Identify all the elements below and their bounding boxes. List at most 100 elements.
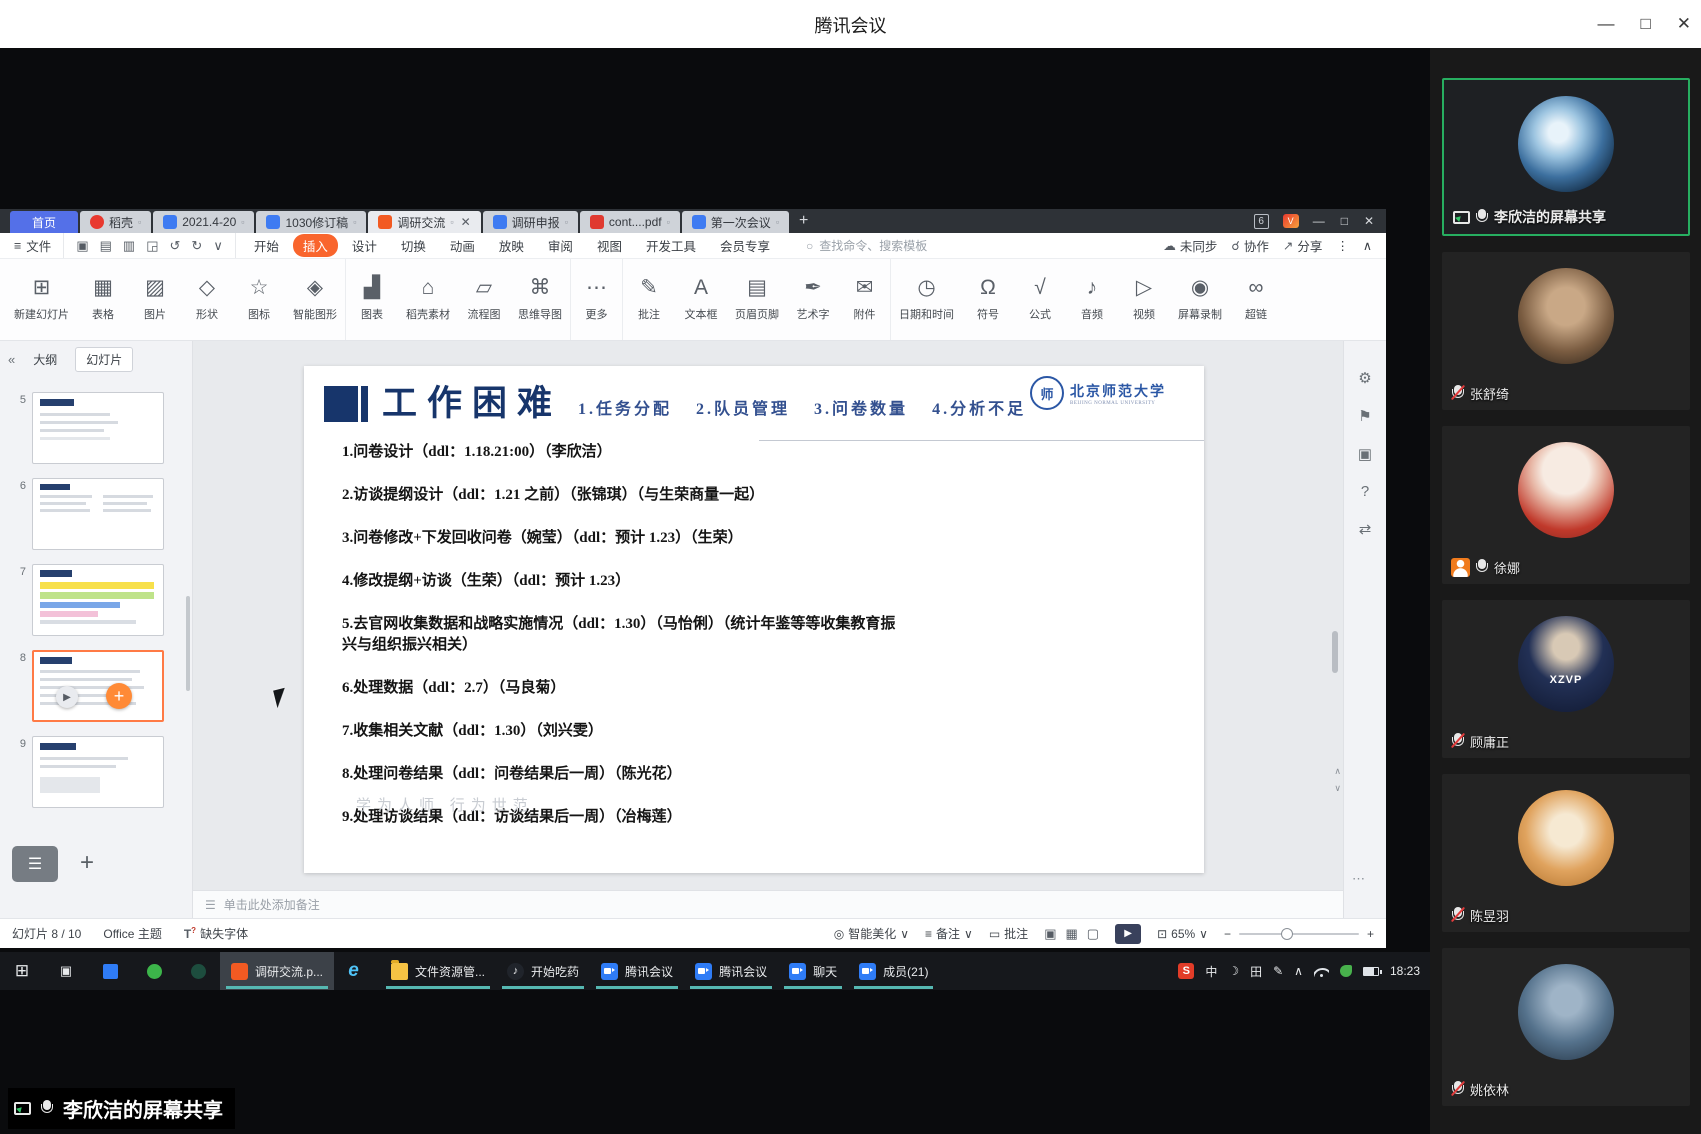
zoom-slider[interactable] (1239, 933, 1359, 935)
start-button[interactable]: ⊞ (0, 952, 44, 990)
missing-font-label[interactable]: 缺失字体 (200, 925, 248, 942)
slide-thumbnail[interactable] (32, 736, 164, 808)
close-icon[interactable]: ✕ (1677, 14, 1691, 34)
collapse-panel-icon[interactable]: « (8, 352, 15, 367)
print-icon[interactable]: ▥ (123, 238, 135, 254)
moon-icon[interactable]: ☽ (1228, 964, 1239, 978)
pinned-app-icon-dark[interactable] (176, 952, 220, 990)
ribbon-button[interactable]: √ 公式 (1014, 259, 1066, 340)
save-icon[interactable]: ▣ (76, 238, 88, 254)
redo-icon[interactable]: ↻ (191, 238, 202, 254)
participant-tile[interactable]: 李欣洁的屏幕共享 (1442, 78, 1690, 236)
menu-tab[interactable]: 开发工具 (636, 234, 706, 257)
more-options-icon[interactable]: ⋮ (1336, 238, 1349, 253)
menu-tab[interactable]: 审阅 (538, 234, 583, 257)
file-menu-button[interactable]: ≡ 文件 (0, 233, 64, 258)
normal-view-icon[interactable]: ▣ (1044, 926, 1056, 942)
document-tab[interactable]: 调研申报 ▫ ✕ (483, 211, 578, 233)
tab-close-icon[interactable]: ✕ (461, 215, 471, 229)
tray-tools-icon[interactable]: ✎ (1273, 964, 1283, 978)
pinned-app-icon-blue[interactable] (88, 952, 132, 990)
slide-thumbnail[interactable] (32, 564, 164, 636)
switch-pane-icon[interactable]: ⇄ (1359, 520, 1372, 538)
properties-icon[interactable]: ⚙ (1358, 369, 1371, 387)
wps-close-icon[interactable]: ✕ (1364, 214, 1374, 228)
wps-minimize-icon[interactable]: — (1313, 214, 1325, 228)
next-slide-icon[interactable]: ∨ (1334, 783, 1341, 794)
menu-tab[interactable]: 切换 (391, 234, 436, 257)
ribbon-button[interactable]: ✎ 批注 (623, 259, 675, 340)
menu-tab[interactable]: 开始 (244, 234, 289, 257)
sogou-input-icon[interactable]: S (1178, 963, 1194, 979)
zoom-control[interactable]: ⊡65%∨ (1157, 927, 1208, 941)
help-icon[interactable]: ? (1361, 483, 1369, 500)
slide-thumbnail[interactable] (32, 650, 164, 722)
tray-expand-icon[interactable]: ∧ (1294, 964, 1303, 978)
zoom-slider-knob[interactable] (1281, 928, 1293, 940)
theme-name[interactable]: Office 主题 (103, 925, 161, 942)
ribbon-button[interactable]: ⊞ 新建幻灯片 (6, 259, 77, 340)
minimize-icon[interactable]: — (1597, 14, 1614, 34)
taskbar-app[interactable]: 文件资源管... (380, 952, 496, 990)
sync-status[interactable]: ☁未同步 (1163, 236, 1217, 255)
slide-thumbnail[interactable] (32, 392, 164, 464)
ribbon-button[interactable]: ▨ 图片 (129, 259, 181, 340)
collapse-ribbon-icon[interactable]: ∧ (1363, 238, 1372, 253)
ribbon-button[interactable]: ◉ 屏幕录制 (1170, 259, 1230, 340)
selection-pane-icon[interactable]: ▣ (1358, 445, 1372, 463)
ribbon-button[interactable]: ▟ 图表 (346, 259, 398, 340)
ribbon-button[interactable]: ▱ 流程图 (458, 259, 510, 340)
ribbon-button[interactable]: ⌂ 稻壳素材 (398, 259, 458, 340)
taskbar-app[interactable]: e (334, 952, 380, 990)
collaborate-button[interactable]: ☌协作 (1231, 236, 1268, 255)
ribbon-button[interactable]: ◈ 智能图形 (285, 259, 346, 340)
ribbon-button[interactable]: ✒ 艺术字 (787, 259, 839, 340)
ribbon-button[interactable]: ⋯ 更多 (571, 259, 623, 340)
taskbar-app[interactable]: 腾讯会议 (684, 952, 778, 990)
ime-indicator[interactable]: 中 (1205, 963, 1217, 980)
reading-view-icon[interactable]: ▢ (1087, 926, 1099, 942)
task-view-icon[interactable]: ▣ (44, 952, 88, 990)
command-search[interactable]: ○ 查找命令、搜索模板 (806, 237, 927, 254)
new-tab-button[interactable]: + (799, 212, 808, 230)
undo-icon[interactable]: ↺ (170, 238, 181, 254)
wifi-icon[interactable] (1314, 966, 1329, 977)
document-tab[interactable]: 2021.4-20 ▫ ✕ (153, 211, 254, 233)
ribbon-button[interactable]: A 文本框 (675, 259, 727, 340)
smart-beautify-button[interactable]: ◎智能美化∨ (834, 925, 909, 942)
menu-tab[interactable]: 放映 (489, 234, 534, 257)
notes-bar[interactable]: ☰ 单击此处添加备注 (193, 890, 1343, 918)
member-icon[interactable]: V (1283, 214, 1299, 228)
taskbar-app[interactable]: 成员(21) (848, 952, 939, 990)
slide-thumbnail[interactable] (32, 478, 164, 550)
slideshow-button[interactable]: ▶ (1115, 924, 1141, 944)
thumbnail-scrollbar[interactable] (186, 596, 190, 691)
tab-home[interactable]: 首页 (10, 211, 78, 233)
customize-toolbar-icon[interactable]: ∨ (213, 238, 223, 254)
zoom-in-icon[interactable]: + (1367, 927, 1374, 941)
comments-button[interactable]: ▭批注 (989, 925, 1028, 942)
slide-canvas[interactable]: 工作困难 1.任务分配2.队员管理3.问卷数量4.分析不足 师 北京师范大学 B… (193, 341, 1343, 918)
battery-icon[interactable] (1363, 967, 1379, 976)
tab-outline[interactable]: 大纲 (23, 348, 67, 371)
ribbon-button[interactable]: ⌘ 思维导图 (510, 259, 571, 340)
ribbon-button[interactable]: ◷ 日期和时间 (891, 259, 962, 340)
ribbon-button[interactable]: ▷ 视频 (1118, 259, 1170, 340)
play-from-slide-button[interactable]: ▶ (56, 686, 78, 708)
participant-tile[interactable]: 徐娜 (1442, 426, 1690, 584)
document-tab[interactable]: 1030修订稿 ▫ ✕ (256, 211, 366, 233)
participant-tile[interactable]: 张舒绮 (1442, 252, 1690, 410)
participant-tile[interactable]: XZVP 顾庸正 (1442, 600, 1690, 758)
ribbon-button[interactable]: ∞ 超链 (1230, 259, 1282, 340)
menu-tab[interactable]: 设计 (342, 234, 387, 257)
notes-button[interactable]: ≡备注∨ (925, 925, 973, 942)
print-preview-icon[interactable]: ◲ (146, 238, 158, 254)
document-tab[interactable]: 第一次会议 ▫ ✕ (682, 211, 789, 233)
participant-tile[interactable]: 陈昱羽 (1442, 774, 1690, 932)
ribbon-button[interactable]: ☆ 图标 (233, 259, 285, 340)
menu-tab[interactable]: 动画 (440, 234, 485, 257)
zoom-out-icon[interactable]: − (1224, 927, 1231, 941)
keyboard-icon[interactable]: 田 (1250, 963, 1262, 980)
ribbon-button[interactable]: ▤ 页眉页脚 (727, 259, 787, 340)
more-tools-icon[interactable]: ⋯ (1352, 871, 1365, 887)
